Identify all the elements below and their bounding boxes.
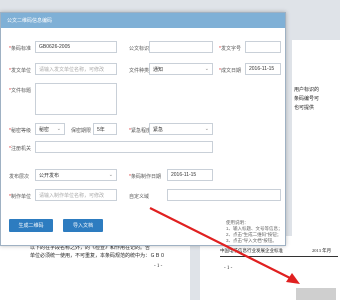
code-standard-field[interactable]: GB0626-2005 (35, 41, 117, 53)
chevron-down-icon: ⌄ (108, 172, 113, 178)
document-footer-year: 2013 年月 (312, 248, 332, 253)
doc-number-field[interactable] (245, 41, 281, 53)
producer-field[interactable]: 请输入制作单位名称，可修改 (35, 189, 117, 201)
urgency-label: *紧急程度 (129, 128, 151, 134)
import-doc-button[interactable]: 导入文档 (63, 219, 103, 232)
background-text-line: 用户标识的 (294, 88, 320, 93)
qr-encode-dialog: 公文二维码信息编码 *条码标准 GB0626-2005 公文标识 *发文字号 *… (0, 12, 286, 246)
issuer-field[interactable]: 请输入发文单位名称，可修改 (35, 63, 117, 75)
issue-date-field[interactable]: 2016-11-15 (245, 63, 281, 75)
secret-level-select[interactable]: 秘密 ⌄ (35, 123, 65, 135)
doc-title-textarea[interactable] (35, 83, 117, 115)
producer-label: *制作单位 (9, 194, 31, 200)
secret-level-value: 秘密 (39, 126, 50, 133)
doc-type-label: 文件种类 (129, 68, 150, 74)
chevron-down-icon: ⌄ (204, 66, 209, 72)
doc-id-label: 公文标识 (129, 46, 150, 52)
secret-level-label: *秘密等级 (9, 128, 31, 134)
secret-term-field[interactable]: 5年 (93, 123, 117, 135)
chevron-down-icon: ⌄ (56, 126, 61, 132)
generate-qr-button[interactable]: 生成二维码 (9, 219, 53, 232)
document-thumbnail[interactable] (296, 288, 336, 300)
doc-type-value: 通知 (153, 66, 164, 73)
background-page-number: - 1 - (154, 264, 163, 269)
registry-label: *注册机关 (9, 146, 31, 152)
secret-term-label: 保密期限 (71, 128, 92, 134)
background-text-line: 也可提供 (294, 106, 315, 111)
urgency-value: 紧急 (153, 126, 164, 133)
custom-field-label: 自定义域 (129, 194, 150, 200)
background-document-left: 以下的在字段名称之外，的《检查》和作用在记的。告 单位必须统一使用，不可重复，本… (0, 240, 190, 300)
issue-date-label: *成文日期 (219, 68, 241, 74)
doc-title-label: *文件标题 (9, 88, 31, 94)
doc-number-label: *发文字号 (219, 46, 241, 52)
document-footer-page: - 1 - (224, 266, 233, 271)
doc-id-field[interactable] (149, 41, 213, 53)
background-text-line: 条码编号可 (294, 97, 320, 102)
help-line: 3、点击"导入文档"按钮。 (226, 238, 277, 243)
background-text-line: 单位必须统一使用，不可重复，本条码规范的统中为：ＧＢ０ (30, 254, 166, 259)
dialog-titlebar[interactable]: 公文二维码信息编码 (1, 13, 285, 28)
issuer-label: *发文单位 (9, 68, 31, 74)
document-footer-header: 中国电子信息行业发展企业标准 (220, 248, 283, 253)
custom-field[interactable] (167, 189, 281, 201)
dialog-title: 公文二维码信息编码 (7, 18, 53, 24)
create-date-label: *条码制作日期 (129, 174, 161, 180)
urgency-select[interactable]: 紧急 ⌄ (149, 123, 213, 135)
publish-scope-select[interactable]: 公开发布 ⌄ (35, 169, 117, 181)
publish-scope-value: 公开发布 (39, 172, 60, 179)
usage-help: 使用说明： 1、输入标题、文号等信息； 2、点击"生成二维码"按钮； 3、点击"… (226, 220, 283, 244)
document-footer-rule (220, 256, 338, 257)
code-standard-label: *条码标准 (9, 46, 31, 52)
create-date-field[interactable]: 2016-11-15 (167, 169, 213, 181)
doc-type-select[interactable]: 通知 ⌄ (149, 63, 213, 75)
registry-field[interactable] (35, 141, 213, 153)
publish-scope-label: 发布层次 (9, 174, 30, 180)
chevron-down-icon: ⌄ (204, 126, 209, 132)
